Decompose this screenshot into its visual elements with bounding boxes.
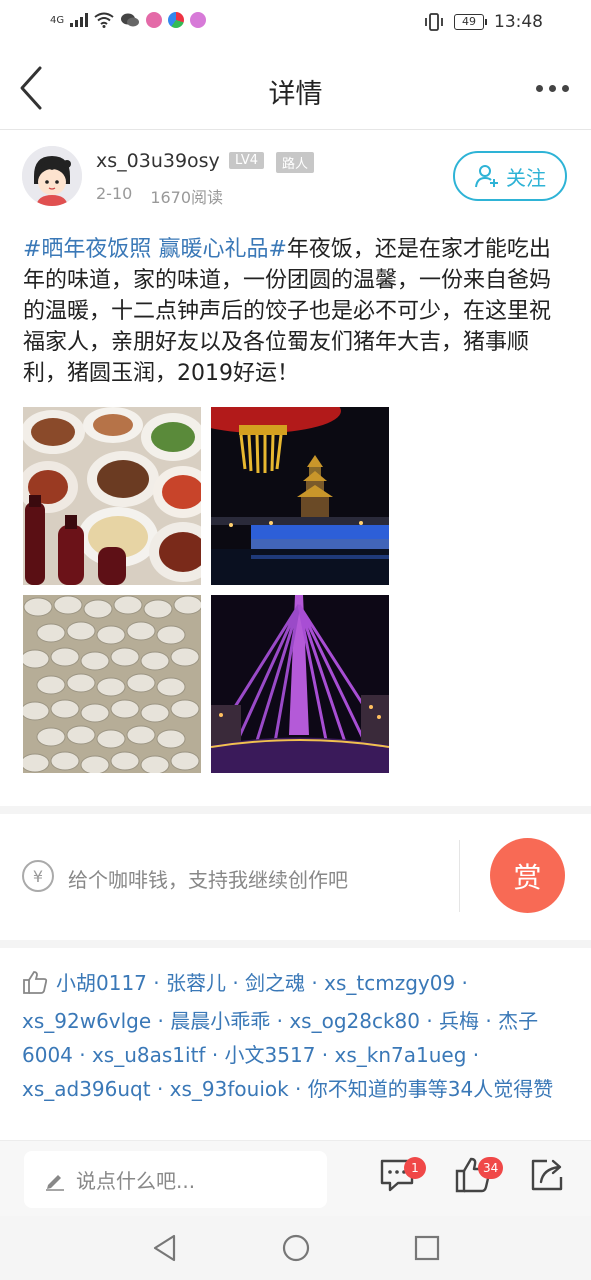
dinner-photo-image — [23, 407, 201, 585]
app-notification-icon — [146, 12, 163, 28]
reward-button[interactable]: 赏 — [490, 838, 565, 913]
section-divider — [0, 940, 591, 948]
post-meta: 2-10 1670阅读 — [96, 184, 223, 208]
app-notification-icon — [190, 12, 207, 28]
more-dot — [548, 84, 556, 92]
system-recents-icon[interactable] — [412, 1233, 442, 1263]
more-options-button[interactable] — [529, 70, 575, 106]
status-bar: 4G 49 13:48 — [0, 0, 591, 48]
tip-divider — [459, 840, 460, 912]
system-home-icon[interactable] — [281, 1233, 311, 1263]
avatar-image — [22, 146, 82, 206]
yen-icon: ¥ — [22, 860, 54, 892]
network-label: 4G — [50, 14, 65, 26]
comment-placeholder: 说点什么吧... — [76, 1169, 196, 1193]
app-notification-icon — [168, 12, 185, 28]
likes-list: 小胡0117 · 张蓉儿 · 剑之魂 · xs_tcmzgy09 · xs_92… — [22, 966, 570, 1106]
system-nav-bar — [0, 1216, 591, 1280]
signal-icon — [70, 13, 89, 27]
comment-count-badge: 1 — [404, 1157, 426, 1179]
like-count-badge: 34 — [478, 1157, 504, 1179]
thumbs-up-icon — [22, 970, 48, 1004]
author-username[interactable]: xs_03u39osy — [96, 150, 220, 172]
role-badge: 路人 — [276, 152, 315, 173]
clock: 13:48 — [494, 12, 543, 32]
pagoda-night-photo-image — [211, 407, 389, 585]
dumplings-photo-image — [23, 595, 201, 773]
level-badge: LV4 — [229, 152, 264, 169]
topic-tag[interactable]: #晒年夜饭照 — [23, 237, 151, 262]
battery-indicator: 49 — [454, 14, 487, 30]
wechat-icon — [121, 13, 140, 27]
page-title: 详情 — [268, 79, 323, 110]
topic-tag[interactable]: 赢暖心礼品# — [158, 237, 286, 262]
share-button[interactable] — [527, 1155, 567, 1195]
avatar[interactable] — [22, 146, 82, 206]
likers-text[interactable]: 小胡0117 · 张蓉儿 · 剑之魂 · xs_tcmzgy09 · xs_92… — [22, 971, 553, 1101]
tip-section: ¥ 给个咖啡钱，支持我继续创作吧 赏 — [0, 814, 591, 940]
comment-input[interactable]: 说点什么吧... — [24, 1151, 327, 1208]
pagoda-night-photo[interactable] — [211, 407, 389, 585]
dinner-photo[interactable] — [23, 407, 201, 585]
dumplings-photo[interactable] — [23, 595, 201, 773]
status-left: 4G — [50, 12, 207, 28]
read-count: 1670阅读 — [150, 188, 224, 207]
more-dot — [535, 84, 543, 92]
share-icon — [531, 1159, 563, 1191]
add-user-icon — [475, 165, 498, 188]
tip-prompt: 给个咖啡钱，支持我继续创作吧 — [68, 868, 348, 892]
bridge-night-photo[interactable] — [211, 595, 389, 773]
bridge-night-photo-image — [211, 595, 389, 773]
follow-label: 关注 — [506, 165, 546, 190]
wifi-icon — [94, 12, 114, 28]
system-back-icon[interactable] — [150, 1233, 180, 1263]
top-nav-bar: 详情 — [0, 48, 591, 130]
post-body: #晒年夜饭照 赢暖心礼品#年夜饭，还是在家才能吃出年的味道，家的味道，一份团圆的… — [23, 234, 569, 389]
section-divider — [0, 806, 591, 814]
bottom-action-bar: 说点什么吧... 1 34 — [0, 1140, 591, 1216]
follow-button[interactable]: 关注 — [453, 151, 567, 201]
more-dot — [561, 84, 569, 92]
vibrate-icon — [425, 13, 443, 31]
status-right: 49 13:48 — [424, 12, 543, 32]
pencil-icon — [46, 1174, 64, 1191]
author-header: xs_03u39osy LV4 路人 2-10 1670阅读 关注 — [0, 140, 591, 220]
post-date: 2-10 — [96, 184, 133, 203]
